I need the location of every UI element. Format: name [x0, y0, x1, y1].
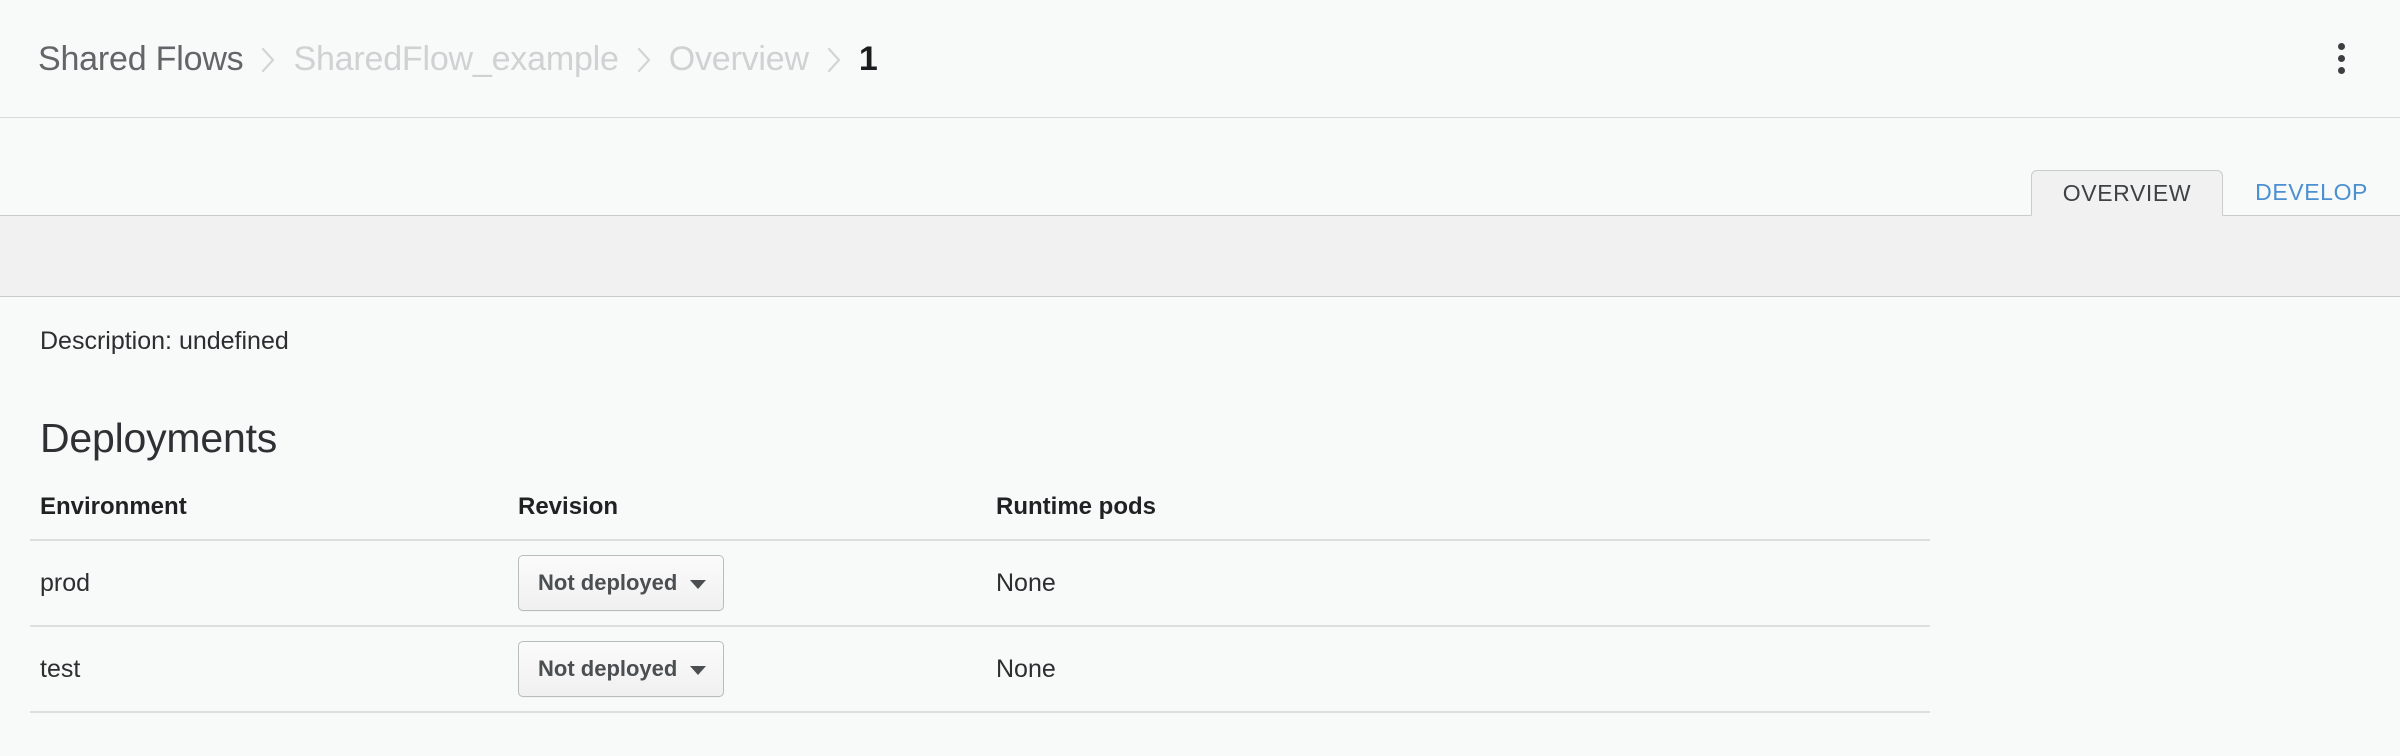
- column-header-revision: Revision: [508, 493, 986, 540]
- revision-dropdown-prod[interactable]: Not deployed: [518, 555, 724, 611]
- deployments-heading: Deployments: [40, 416, 2370, 461]
- page-header: Shared Flows SharedFlow_example Overview…: [0, 0, 2400, 118]
- kebab-dot: [2338, 55, 2345, 62]
- breadcrumb-item-sharedflow-example[interactable]: SharedFlow_example: [293, 42, 618, 76]
- kebab-dot: [2338, 43, 2345, 50]
- breadcrumb-item-shared-flows[interactable]: Shared Flows: [38, 42, 243, 76]
- chevron-down-icon: [690, 666, 706, 675]
- revision-dropdown-label: Not deployed: [538, 656, 677, 682]
- tab-develop[interactable]: DEVELOP: [2223, 169, 2400, 215]
- cell-revision: Not deployed: [508, 626, 986, 712]
- column-header-environment: Environment: [30, 493, 508, 540]
- chevron-right-icon: [826, 47, 842, 73]
- column-header-runtime-pods: Runtime pods: [986, 493, 1930, 540]
- toolbar-band: [0, 215, 2400, 297]
- cell-revision: Not deployed: [508, 540, 986, 626]
- cell-environment: test: [30, 626, 508, 712]
- breadcrumb-item-revision: 1: [859, 42, 878, 76]
- revision-dropdown-label: Not deployed: [538, 570, 677, 596]
- chevron-down-icon: [690, 580, 706, 589]
- main-content: Description: undefined Deployments Envir…: [0, 298, 2400, 713]
- tab-list: OVERVIEW DEVELOP: [2031, 118, 2400, 215]
- tab-develop-label: DEVELOP: [2255, 179, 2368, 206]
- tab-strip: OVERVIEW DEVELOP: [0, 118, 2400, 215]
- tab-overview-label: OVERVIEW: [2063, 180, 2191, 207]
- breadcrumb-item-overview[interactable]: Overview: [669, 42, 809, 76]
- description-text: Description: undefined: [40, 326, 2370, 356]
- breadcrumb: Shared Flows SharedFlow_example Overview…: [38, 42, 2318, 76]
- cell-runtime-pods: None: [986, 626, 1930, 712]
- app-root: Shared Flows SharedFlow_example Overview…: [0, 0, 2400, 756]
- table-row: test Not deployed None: [30, 626, 1930, 712]
- table-header-row: Environment Revision Runtime pods: [30, 493, 1930, 540]
- cell-runtime-pods: None: [986, 540, 1930, 626]
- table-head: Environment Revision Runtime pods: [30, 493, 1930, 540]
- kebab-dot: [2338, 67, 2345, 74]
- table-row: prod Not deployed None: [30, 540, 1930, 626]
- revision-dropdown-test[interactable]: Not deployed: [518, 641, 724, 697]
- chevron-right-icon: [636, 47, 652, 73]
- chevron-right-icon: [260, 47, 276, 73]
- table-body: prod Not deployed None test Not deployed: [30, 540, 1930, 712]
- cell-environment: prod: [30, 540, 508, 626]
- kebab-menu-icon[interactable]: [2318, 36, 2364, 82]
- deployments-table: Environment Revision Runtime pods prod N…: [30, 493, 1930, 713]
- tab-overview[interactable]: OVERVIEW: [2031, 170, 2223, 216]
